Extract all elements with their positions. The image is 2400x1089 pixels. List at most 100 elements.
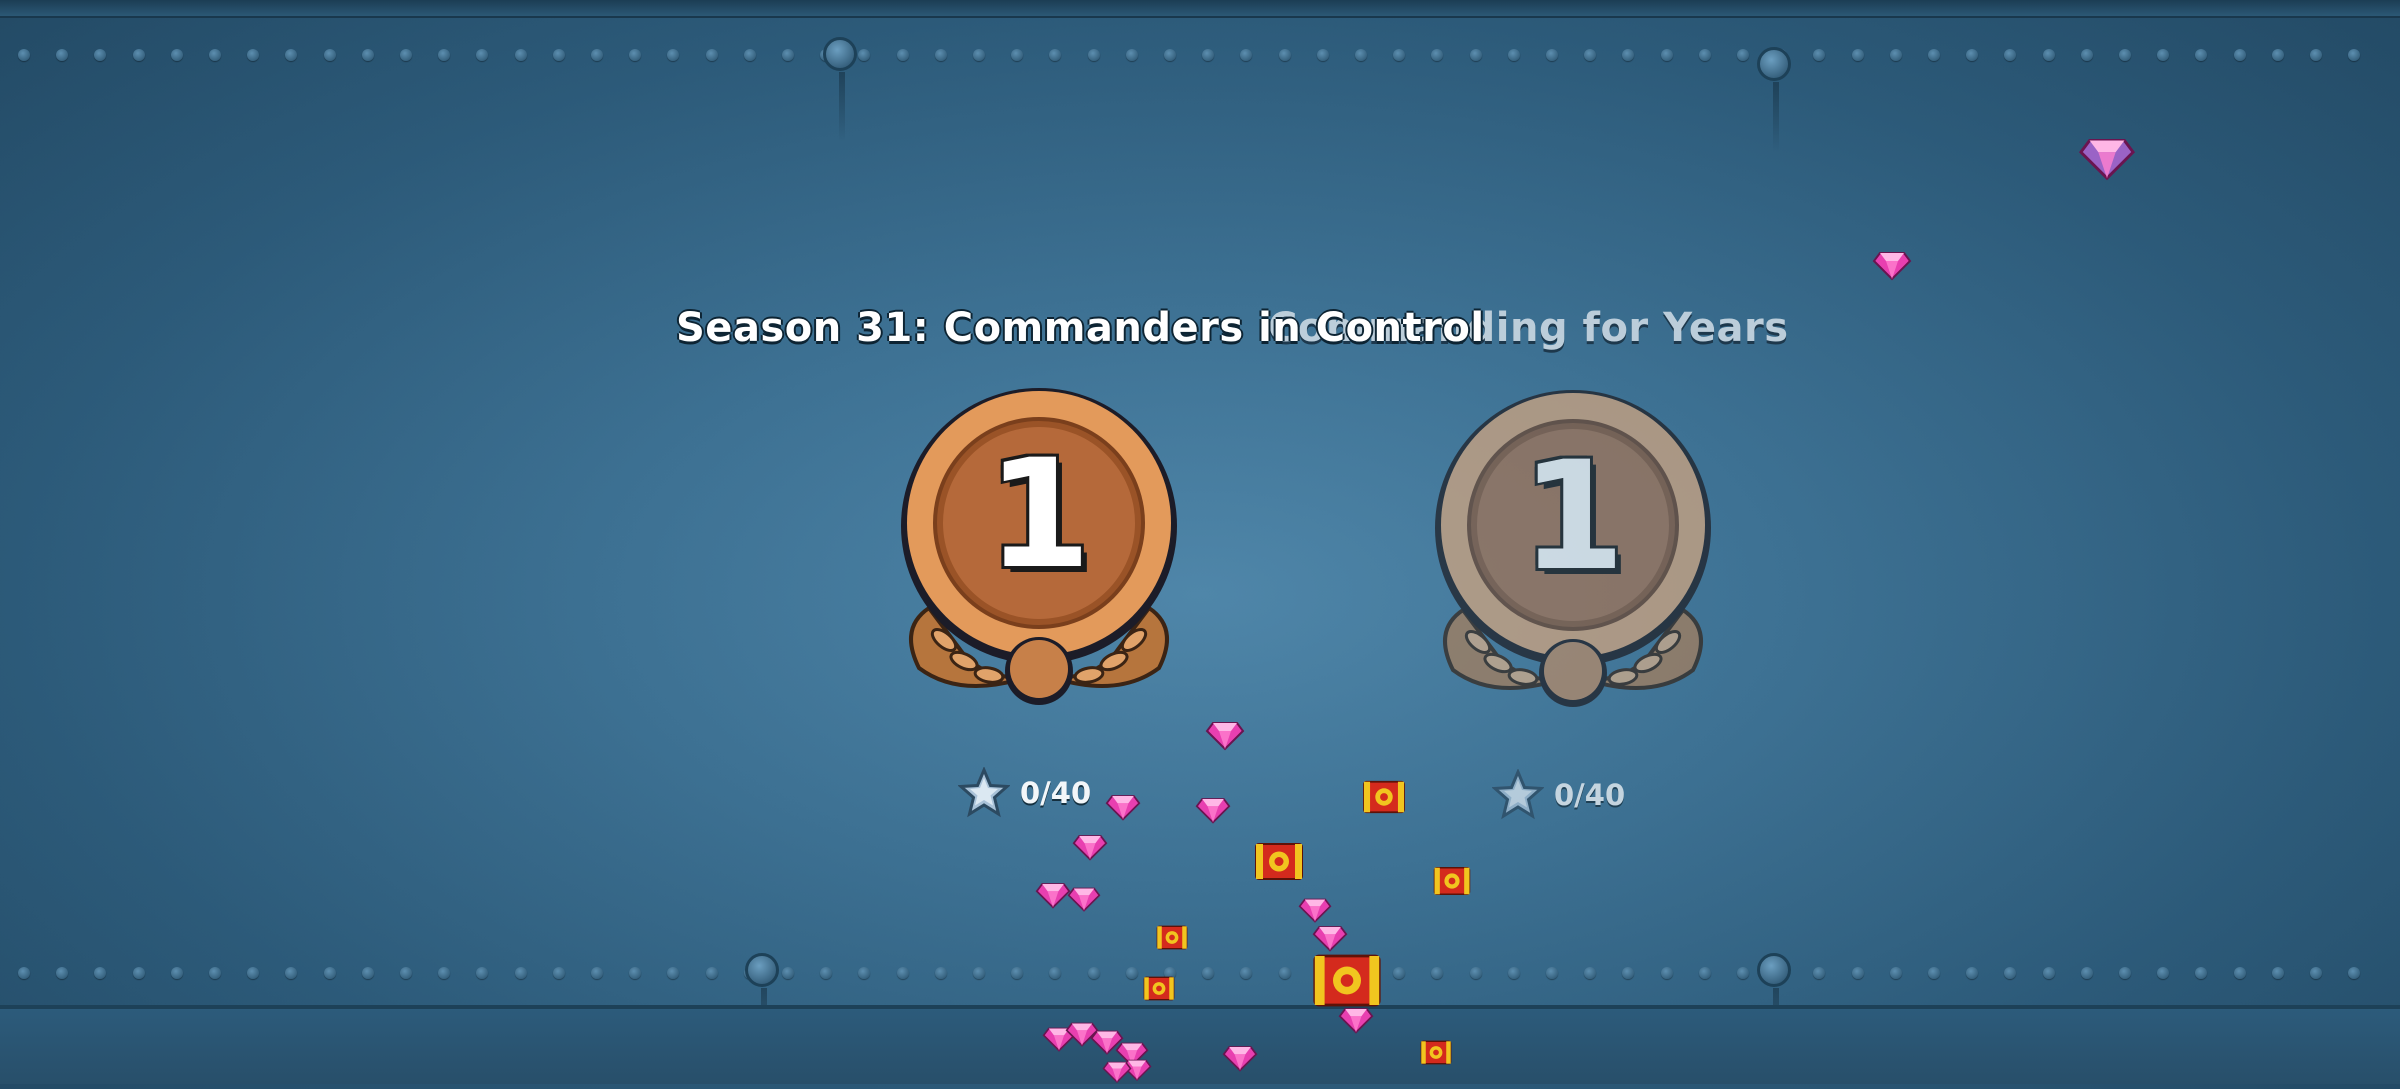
rivet <box>1164 49 1176 61</box>
rivet <box>18 49 30 61</box>
rivet <box>2042 49 2055 61</box>
rivet <box>782 967 794 979</box>
gem-icon <box>1222 1038 1258 1078</box>
rivet <box>2004 49 2017 61</box>
rivet <box>1011 967 1024 979</box>
rivet <box>629 967 642 979</box>
rivet <box>1584 967 1597 979</box>
stars-progress-text: 0/40 <box>1020 776 1092 810</box>
rivet <box>1202 967 1215 979</box>
rivet <box>1546 967 1558 979</box>
rivet <box>56 49 69 61</box>
bolt-icon <box>823 37 857 142</box>
rivet <box>1202 49 1215 61</box>
gear-chest-icon <box>1143 976 1175 1005</box>
rivet <box>1393 967 1406 979</box>
rivet <box>2119 967 2131 979</box>
rivet <box>1966 49 1979 61</box>
rivet <box>896 967 909 979</box>
gem-icon <box>1872 243 1912 287</box>
rivet <box>1355 49 1367 61</box>
rivet <box>323 49 336 61</box>
rivet <box>2080 967 2093 979</box>
current-season-rank-medal[interactable]: 1 <box>889 378 1189 718</box>
rivet <box>361 49 374 61</box>
gem-icon <box>1102 1055 1132 1089</box>
rivet <box>285 49 298 61</box>
rivet <box>170 967 183 979</box>
rank-number: 1 <box>986 428 1092 602</box>
rivet <box>1889 967 1902 979</box>
gem-icon <box>1312 918 1348 958</box>
rivet <box>476 49 489 61</box>
rivet <box>1087 49 1100 61</box>
rivet <box>94 49 107 61</box>
rivet <box>1813 967 1826 979</box>
next-season-stars: 0/40 <box>1492 765 1625 825</box>
gem-icon <box>1072 827 1108 867</box>
rivet <box>400 49 412 61</box>
rivet <box>1393 49 1406 61</box>
rivet <box>514 967 527 979</box>
rivet <box>552 967 565 979</box>
gem-icon <box>1195 790 1231 830</box>
rivet <box>514 49 527 61</box>
rivet <box>1660 967 1673 979</box>
rivet <box>2310 49 2322 61</box>
rivet <box>2157 967 2170 979</box>
rivet <box>1698 49 1711 61</box>
rivet <box>1851 967 1864 979</box>
rivet <box>1049 49 1062 61</box>
rivet <box>858 49 871 61</box>
rivet <box>2271 967 2284 979</box>
gear-chest-icon <box>1156 925 1188 954</box>
rivet <box>247 967 260 979</box>
rivet <box>132 49 145 61</box>
rivet <box>934 49 947 61</box>
gem-icon <box>1035 875 1071 915</box>
bottom-rivet-row <box>0 967 2400 979</box>
rivet <box>438 49 451 61</box>
rivet <box>1928 49 1940 61</box>
rivet <box>1240 49 1253 61</box>
rivet <box>667 967 680 979</box>
rivet <box>56 967 69 979</box>
rivet <box>1851 49 1864 61</box>
rivet <box>2042 967 2055 979</box>
rivet <box>1889 49 1902 61</box>
rivet <box>743 49 756 61</box>
rivet <box>1546 49 1558 61</box>
gear-chest-icon <box>1362 780 1406 818</box>
gem-icon <box>2078 126 2136 188</box>
rivet <box>209 49 221 61</box>
rivet <box>2348 49 2361 61</box>
star-icon <box>1492 769 1544 820</box>
rivet <box>1469 49 1482 61</box>
rivet <box>476 967 489 979</box>
rivet <box>2004 967 2017 979</box>
next-season-rank-medal[interactable]: 1 <box>1423 380 1723 720</box>
gem-icon <box>1205 713 1245 757</box>
top-metal-edge <box>0 0 2400 18</box>
rivet <box>667 49 680 61</box>
rivet <box>820 967 833 979</box>
gem-icon <box>1105 787 1141 827</box>
star-icon <box>958 767 1010 818</box>
bottom-metal-edge <box>0 1005 2400 1084</box>
rivet <box>2195 49 2208 61</box>
rivet <box>170 49 183 61</box>
rivet <box>247 49 260 61</box>
rivet <box>438 967 451 979</box>
rivet <box>1737 967 1749 979</box>
rivet <box>896 49 909 61</box>
bolt-icon <box>745 953 779 1058</box>
rivet <box>2157 49 2170 61</box>
rivet <box>285 967 298 979</box>
rivet <box>1584 49 1597 61</box>
rivet <box>1278 967 1291 979</box>
rivet <box>2310 967 2322 979</box>
gear-chest-icon <box>1420 1040 1452 1069</box>
rivet <box>132 967 145 979</box>
rivet <box>858 967 871 979</box>
rivet <box>591 967 603 979</box>
